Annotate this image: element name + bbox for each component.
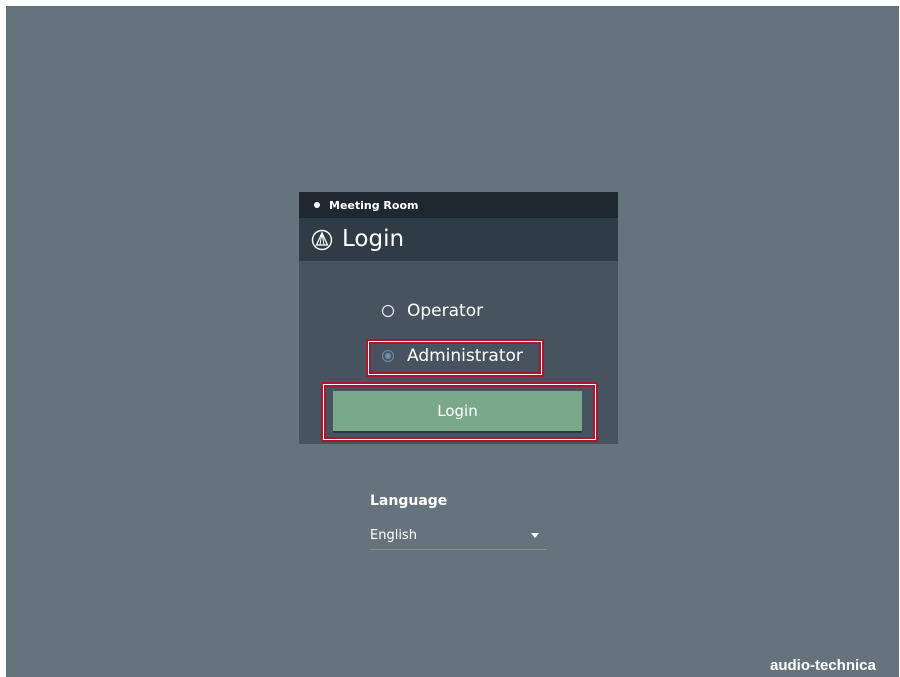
login-card: Meeting Room Login Operator Administrato… (299, 192, 618, 444)
audio-technica-logo-icon (311, 229, 333, 250)
room-name: Meeting Room (329, 198, 419, 212)
login-button[interactable]: Login (333, 391, 582, 431)
language-label: Language (370, 493, 448, 509)
role-label-administrator: Administrator (407, 346, 523, 366)
role-option-administrator[interactable]: Administrator (382, 346, 523, 366)
role-label-operator: Operator (407, 301, 484, 321)
room-bar: Meeting Room (299, 192, 618, 218)
status-dot-icon (314, 202, 320, 208)
radio-unchecked-icon[interactable] (382, 305, 394, 317)
app-viewport: Meeting Room Login Operator Administrato… (6, 6, 899, 677)
language-value: English (370, 528, 417, 543)
caret-down-icon (531, 533, 539, 538)
brand-logo: audio-technica (770, 657, 876, 674)
radio-checked-icon[interactable] (382, 350, 394, 362)
role-option-operator[interactable]: Operator (382, 301, 483, 321)
login-title: Login (342, 226, 405, 252)
language-select[interactable]: English (370, 522, 547, 550)
login-header: Login (299, 218, 618, 261)
